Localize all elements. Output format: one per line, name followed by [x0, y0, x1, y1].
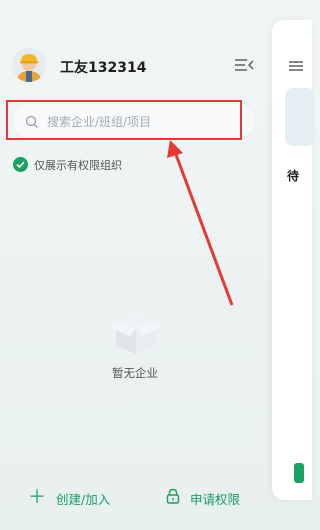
apply-permission-label: 申请权限: [190, 491, 241, 507]
create-join-label: 创建/加入: [56, 491, 111, 507]
apply-permission-button[interactable]: 申请权限: [166, 488, 240, 508]
lock-icon: [166, 488, 180, 508]
username: 工友132314: [60, 60, 147, 76]
plus-icon: ＋: [28, 487, 46, 508]
empty-state-text: 暂无企业: [112, 366, 158, 380]
main-panel-peek[interactable]: [272, 20, 315, 500]
home-tab-icon[interactable]: [294, 463, 304, 483]
create-join-button[interactable]: ＋ 创建/加入: [28, 488, 110, 508]
panel-card[interactable]: [285, 88, 315, 146]
annotation-highlight-box: [6, 100, 242, 140]
menu-icon[interactable]: [289, 57, 303, 71]
org-drawer: 工友132314 搜索企业/班组/项目 仅展示有权限组织 暂无企业 ＋ 创建/加…: [0, 0, 272, 530]
worker-avatar-icon[interactable]: [12, 48, 46, 82]
filter-label[interactable]: 仅展示有权限组织: [34, 157, 122, 173]
menu-collapse-icon[interactable]: [233, 56, 255, 74]
empty-box-icon: [108, 306, 164, 356]
check-circle-icon[interactable]: [13, 157, 28, 172]
pending-label: 待: [287, 169, 300, 183]
